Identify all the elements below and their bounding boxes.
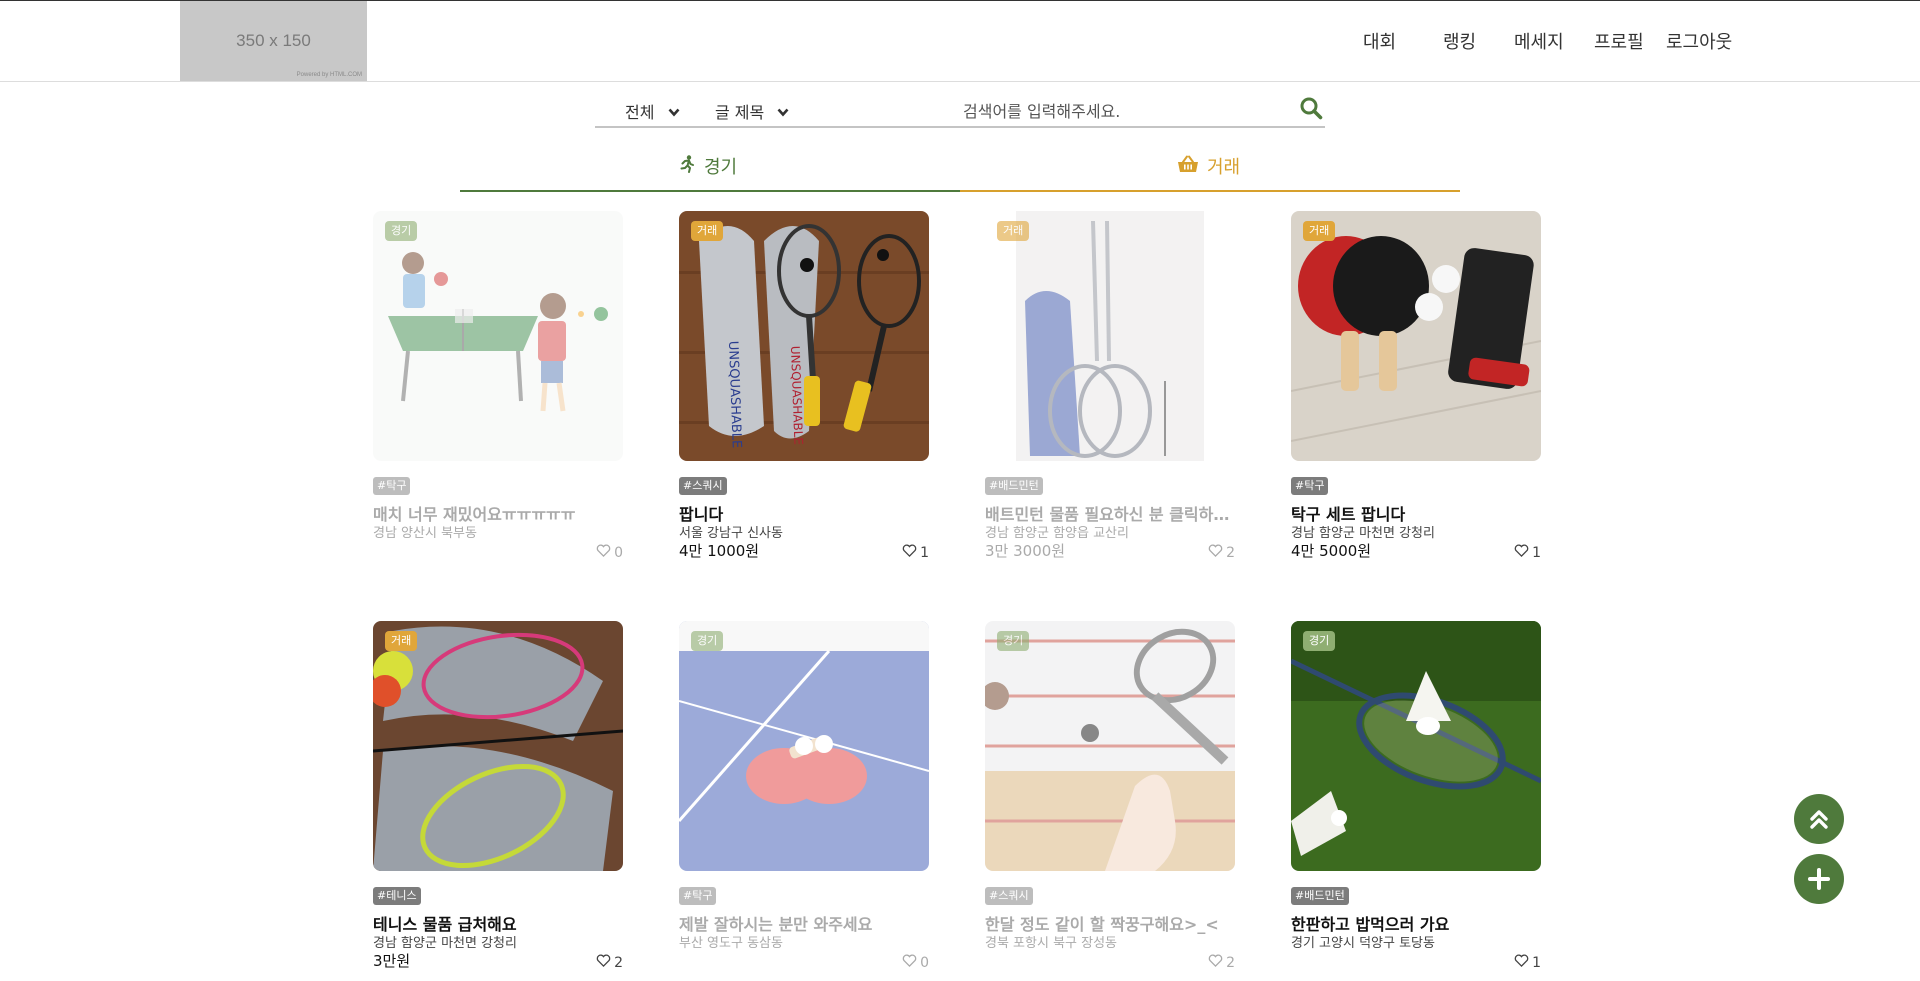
heart-icon (902, 954, 917, 971)
post-image (1291, 621, 1541, 871)
post-type-badge: 경기 (691, 631, 724, 651)
top-nav: 대회 랭킹 메세지 프로필 로그아웃 (0, 1, 1920, 81)
heart-icon (1208, 544, 1223, 561)
sport-tag: #배드민턴 (985, 477, 1043, 495)
post-type-badge: 경기 (385, 221, 418, 241)
post-card[interactable]: 경기 #스쿼시 한달 정도 같이 할 짝꿍구해요>_< 경북 포항시 북구 장성… (985, 621, 1235, 981)
scroll-to-top-button[interactable] (1794, 794, 1844, 844)
like-count: 2 (1226, 544, 1235, 561)
post-location: 부산 영도구 동삼동 (679, 936, 783, 951)
post-image (985, 621, 1235, 871)
like-button[interactable]: 2 (1208, 954, 1235, 971)
like-count: 2 (1226, 954, 1235, 971)
like-button[interactable]: 1 (1514, 544, 1541, 561)
category-select-value: 전체 (625, 103, 655, 122)
tab-trade[interactable]: 거래 (960, 150, 1460, 192)
search-input[interactable]: 검색어를 입력해주세요. (963, 98, 1120, 122)
post-type-badge: 거래 (997, 221, 1030, 241)
sport-tag: #테니스 (373, 887, 421, 905)
post-card[interactable]: UNSQUASHABLE UNSQUASHABLE 거래 #스쿼시 팝니다 서울… (679, 211, 929, 581)
search-icon[interactable] (1299, 96, 1325, 122)
like-button[interactable]: 1 (902, 544, 929, 561)
category-tabs: 경기 거래 (460, 150, 1460, 192)
field-select-value: 글 제목 (715, 103, 765, 122)
double-chevron-up-icon (1810, 810, 1828, 829)
running-person-icon (678, 154, 696, 178)
post-image (985, 211, 1235, 461)
heart-icon (1514, 954, 1529, 971)
post-type-badge: 거래 (691, 221, 724, 241)
post-price: 3만원 (373, 952, 411, 970)
search-bar: 전체 글 제목 검색어를 입력해주세요. (595, 90, 1325, 128)
tab-game[interactable]: 경기 (460, 150, 960, 192)
chevron-down-icon (668, 102, 680, 121)
like-button[interactable]: 0 (596, 544, 623, 561)
post-type-badge: 거래 (385, 631, 418, 651)
nav-logout[interactable]: 로그아웃 (1666, 28, 1732, 54)
post-price: 4만 1000원 (679, 542, 760, 560)
nav-ranking[interactable]: 랭킹 (1443, 28, 1476, 54)
post-location: 경기 고양시 덕양구 토당동 (1291, 936, 1435, 951)
post-card[interactable]: 경기 #탁구 매치 너무 재밌어요ㅠㅠㅠㅠㅠ 경남 양산시 북부동 0 (373, 211, 623, 581)
post-image (1291, 211, 1541, 461)
tab-trade-label: 거래 (1207, 157, 1241, 178)
sport-tag: #배드민턴 (1291, 887, 1349, 905)
post-card[interactable]: 거래 #탁구 탁구 세트 팝니다 경남 함양군 마천면 강청리 4만 5000원… (1291, 211, 1541, 581)
sport-tag: #탁구 (373, 477, 411, 495)
like-button[interactable]: 1 (1514, 954, 1541, 971)
like-count: 1 (1532, 544, 1541, 561)
heart-icon (596, 544, 611, 561)
like-button[interactable]: 2 (596, 954, 623, 971)
post-image (373, 621, 623, 871)
post-location: 경남 함양군 마천면 강청리 (1291, 526, 1435, 541)
post-location: 경북 포항시 북구 장성동 (985, 936, 1117, 951)
post-type-badge: 거래 (1303, 221, 1336, 241)
nav-messages[interactable]: 메세지 (1514, 28, 1564, 54)
sport-tag: #탁구 (1291, 477, 1329, 495)
post-location: 경남 양산시 북부동 (373, 526, 477, 541)
post-image: UNSQUASHABLE UNSQUASHABLE (679, 211, 929, 461)
like-button[interactable]: 2 (1208, 544, 1235, 561)
post-card[interactable]: 경기 #배드민턴 한판하고 밥먹으러 가요 경기 고양시 덕양구 토당동 1 (1291, 621, 1541, 981)
site-header: 350 x 150 Powered by HTML.COM 대회 랭킹 메세지 … (0, 1, 1920, 82)
like-count: 1 (920, 544, 929, 561)
post-card[interactable]: 거래 #테니스 테니스 물품 급처해요 경남 함양군 마천면 강청리 3만원 2 (373, 621, 623, 981)
post-location: 서울 강남구 신사동 (679, 526, 783, 541)
sport-tag: #스쿼시 (985, 887, 1033, 905)
post-type-badge: 경기 (1303, 631, 1336, 651)
like-count: 0 (614, 544, 623, 561)
like-button[interactable]: 0 (902, 954, 929, 971)
post-card[interactable]: 경기 #탁구 제발 잘하시는 분만 와주세요 부산 영도구 동삼동 0 (679, 621, 929, 981)
like-count: 2 (614, 954, 623, 971)
post-card[interactable]: 거래 #배드민턴 배트민턴 물품 필요하신 분 클릭하세요 경남 함양군 함양읍… (985, 211, 1235, 581)
sport-tag: #탁구 (679, 887, 717, 905)
post-location: 경남 함양군 마천면 강청리 (373, 936, 517, 951)
plus-icon (1808, 868, 1830, 890)
heart-icon (1514, 544, 1529, 561)
field-select[interactable]: 글 제목 (715, 99, 789, 123)
chevron-down-icon (777, 102, 789, 121)
post-image (679, 621, 929, 871)
heart-icon (1208, 954, 1223, 971)
heart-icon (596, 954, 611, 971)
like-count: 0 (920, 954, 929, 971)
add-post-button[interactable] (1794, 854, 1844, 904)
nav-profile[interactable]: 프로필 (1594, 28, 1644, 54)
tab-game-label: 경기 (704, 157, 738, 178)
post-image (373, 211, 623, 461)
post-location: 경남 함양군 함양읍 교산리 (985, 526, 1129, 541)
post-price: 3만 3000원 (985, 542, 1066, 560)
category-select[interactable]: 전체 (625, 99, 680, 123)
nav-competition[interactable]: 대회 (1363, 28, 1396, 54)
like-count: 1 (1532, 954, 1541, 971)
post-type-badge: 경기 (997, 631, 1030, 651)
sport-tag: #스쿼시 (679, 477, 727, 495)
basket-icon (1177, 155, 1199, 178)
post-price: 4만 5000원 (1291, 542, 1372, 560)
heart-icon (902, 544, 917, 561)
